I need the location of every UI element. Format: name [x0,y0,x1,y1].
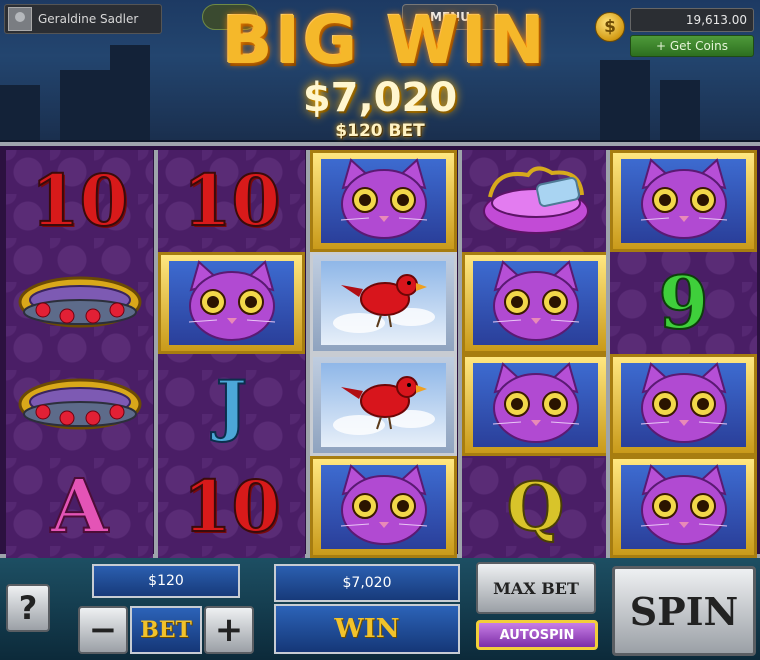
reel-divider [154,150,158,558]
win-value: $7,020 [274,564,460,602]
cat-icon [629,362,739,448]
symbol-cell: J [158,354,305,456]
cat-icon [329,464,439,550]
symbol-cell [310,456,457,558]
symbol-cell [462,252,609,354]
cat-icon [177,260,287,346]
reel-divider [306,150,310,558]
symbol-cell: 10 [6,150,153,252]
cat-icon [629,158,739,244]
bet-decrease-button[interactable]: − [78,606,128,654]
jeweled-collar-icon [15,378,145,442]
symbol-cell [610,456,757,558]
bird-icon [329,363,439,447]
reel-area: 10 A 10 J 10 Q 9 [0,142,760,558]
bird-icon [329,261,439,345]
symbol-cell [462,354,609,456]
symbol-cell: 10 [158,150,305,252]
bet-caption: $120 BET [335,121,425,141]
symbol-cell [310,354,457,456]
symbol-ace: A [50,464,109,550]
symbol-cell: 9 [610,252,757,354]
reel-divider [458,150,462,558]
symbol-cell: 10 [158,456,305,558]
jeweled-collar-icon [15,276,145,340]
bet-increase-button[interactable]: + [204,606,254,654]
symbol-cell: A [6,456,153,558]
avatar [8,7,32,31]
symbol-cell: Q [462,456,609,558]
cat-icon [481,362,591,448]
symbol-cell [6,252,153,354]
symbol-cell [158,252,305,354]
symbol-nine: 9 [657,260,709,345]
player-profile[interactable]: Geraldine Sadler [4,4,162,34]
big-win-title: BIG WIN [222,2,548,79]
max-bet-button[interactable]: MAX BET [476,562,596,614]
reel-1: 10 A [6,150,153,558]
win-label: WIN [274,604,460,654]
control-panel: ? $120 − BET + $7,020 WIN MAX BET AUTOSP… [0,558,760,660]
help-button[interactable]: ? [6,584,50,632]
symbol-ten: 10 [182,465,281,548]
autospin-button[interactable]: AUTOSPIN [476,620,598,650]
reel-5: 9 [610,150,757,558]
cat-icon [329,158,439,244]
cat-icon [629,464,739,550]
symbol-cell [462,150,609,252]
bet-label: BET [130,606,202,654]
reel-4: Q [462,150,609,558]
spin-button[interactable]: SPIN [612,566,756,656]
reel-divider [606,150,610,558]
symbol-ten: 10 [182,159,281,242]
symbol-ten: 10 [30,159,129,242]
symbol-jack: J [215,366,248,444]
symbol-cell [6,354,153,456]
player-name: Geraldine Sadler [38,12,139,26]
win-amount: $7,020 [302,75,458,121]
symbol-cell [610,150,757,252]
bet-value: $120 [92,564,240,598]
symbol-cell [310,252,457,354]
symbol-cell [610,354,757,456]
symbol-queen: Q [506,468,565,546]
cat-icon [481,260,591,346]
reel-2: 10 J 10 [158,150,305,558]
pet-bed-icon [476,166,596,241]
reel-3 [310,150,457,558]
coin-balance: 19,613.00 [630,8,754,32]
get-coins-button[interactable]: + Get Coins [630,35,754,57]
symbol-cell [310,150,457,252]
